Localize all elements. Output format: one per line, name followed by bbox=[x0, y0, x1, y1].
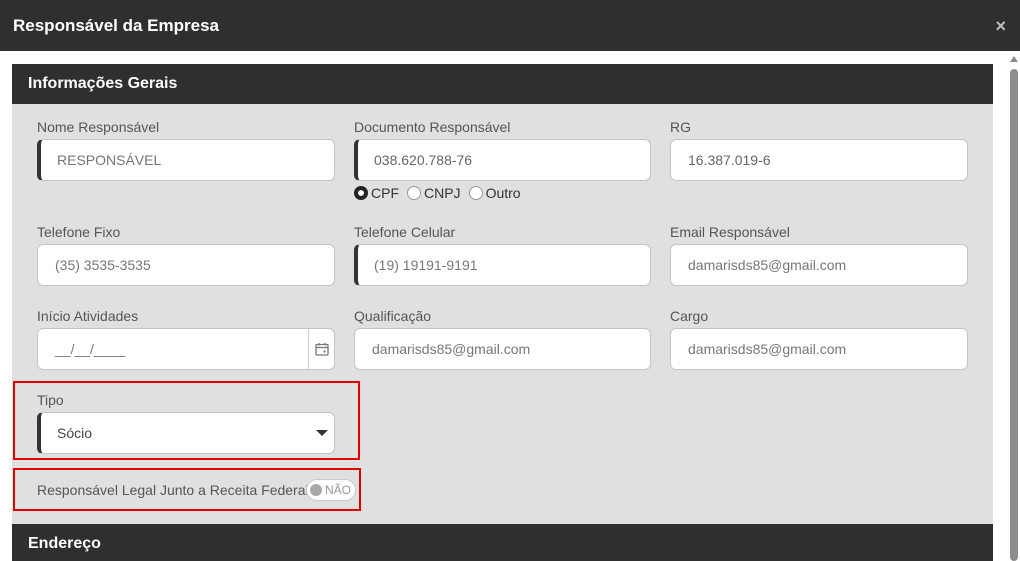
qualificacao-input[interactable] bbox=[354, 328, 651, 370]
radio-cnpj-circle[interactable] bbox=[407, 186, 421, 200]
modal-content: Informações Gerais Nome Responsável Docu… bbox=[0, 51, 1020, 561]
radio-outro-circle[interactable] bbox=[468, 186, 483, 200]
inicio-atividades-input[interactable]: __/__/____ bbox=[37, 328, 335, 370]
rg-input[interactable] bbox=[670, 139, 968, 181]
radio-outro[interactable]: Outro bbox=[468, 185, 521, 201]
chevron-down-icon[interactable] bbox=[316, 430, 328, 436]
radio-cpf-circle[interactable] bbox=[354, 186, 368, 200]
radio-outro-label: Outro bbox=[485, 185, 521, 201]
telefone-celular-label: Telefone Celular bbox=[354, 224, 456, 240]
modal-title: Responsável da Empresa bbox=[13, 16, 219, 35]
cargo-label: Cargo bbox=[670, 308, 709, 324]
calendar-icon[interactable] bbox=[308, 329, 334, 369]
close-icon[interactable]: × bbox=[995, 17, 1006, 35]
responsavel-legal-label: Responsável Legal Junto a Receita Federa… bbox=[37, 482, 309, 498]
qualificacao-label: Qualificação bbox=[354, 308, 432, 324]
section-header-address: Endereço bbox=[12, 524, 993, 561]
telefone-celular-input[interactable] bbox=[354, 244, 651, 286]
toggle-knob bbox=[310, 484, 322, 496]
inicio-atividades-value: __/__/____ bbox=[55, 341, 126, 357]
radio-cpf[interactable]: CPF bbox=[354, 185, 399, 201]
documento-label: Documento Responsável bbox=[354, 119, 511, 135]
scrollbar-thumb[interactable] bbox=[1010, 69, 1018, 561]
section-body-general: Nome Responsável Documento Responsável C… bbox=[12, 104, 993, 524]
modal-header: Responsável da Empresa × bbox=[0, 0, 1020, 51]
tipo-select[interactable]: Sócio bbox=[37, 412, 335, 454]
nome-input[interactable] bbox=[37, 139, 335, 181]
radio-cpf-label: CPF bbox=[371, 185, 399, 201]
responsavel-modal: Responsável da Empresa × Informações Ger… bbox=[0, 0, 1020, 561]
section-header-general: Informações Gerais bbox=[12, 64, 993, 104]
email-input[interactable] bbox=[670, 244, 968, 286]
scroll-up-icon[interactable] bbox=[1010, 56, 1018, 62]
nome-label: Nome Responsável bbox=[37, 119, 160, 135]
documento-type-radio-group: CPF CNPJ Outro bbox=[354, 185, 529, 201]
telefone-fixo-input[interactable] bbox=[37, 244, 335, 286]
telefone-fixo-label: Telefone Fixo bbox=[37, 224, 121, 240]
scrollbar[interactable] bbox=[1007, 51, 1020, 561]
toggle-text: NÃO bbox=[325, 483, 352, 497]
responsavel-legal-toggle[interactable]: NÃO bbox=[306, 479, 356, 501]
email-label: Email Responsável bbox=[670, 224, 790, 240]
cargo-input[interactable] bbox=[670, 328, 968, 370]
documento-input[interactable] bbox=[354, 139, 651, 181]
radio-cnpj-label: CNPJ bbox=[424, 185, 461, 201]
rg-label: RG bbox=[670, 119, 691, 135]
tipo-select-value: Sócio bbox=[57, 425, 93, 441]
tipo-label: Tipo bbox=[37, 392, 64, 408]
inicio-atividades-label: Início Atividades bbox=[37, 308, 139, 324]
radio-cnpj[interactable]: CNPJ bbox=[407, 185, 461, 201]
